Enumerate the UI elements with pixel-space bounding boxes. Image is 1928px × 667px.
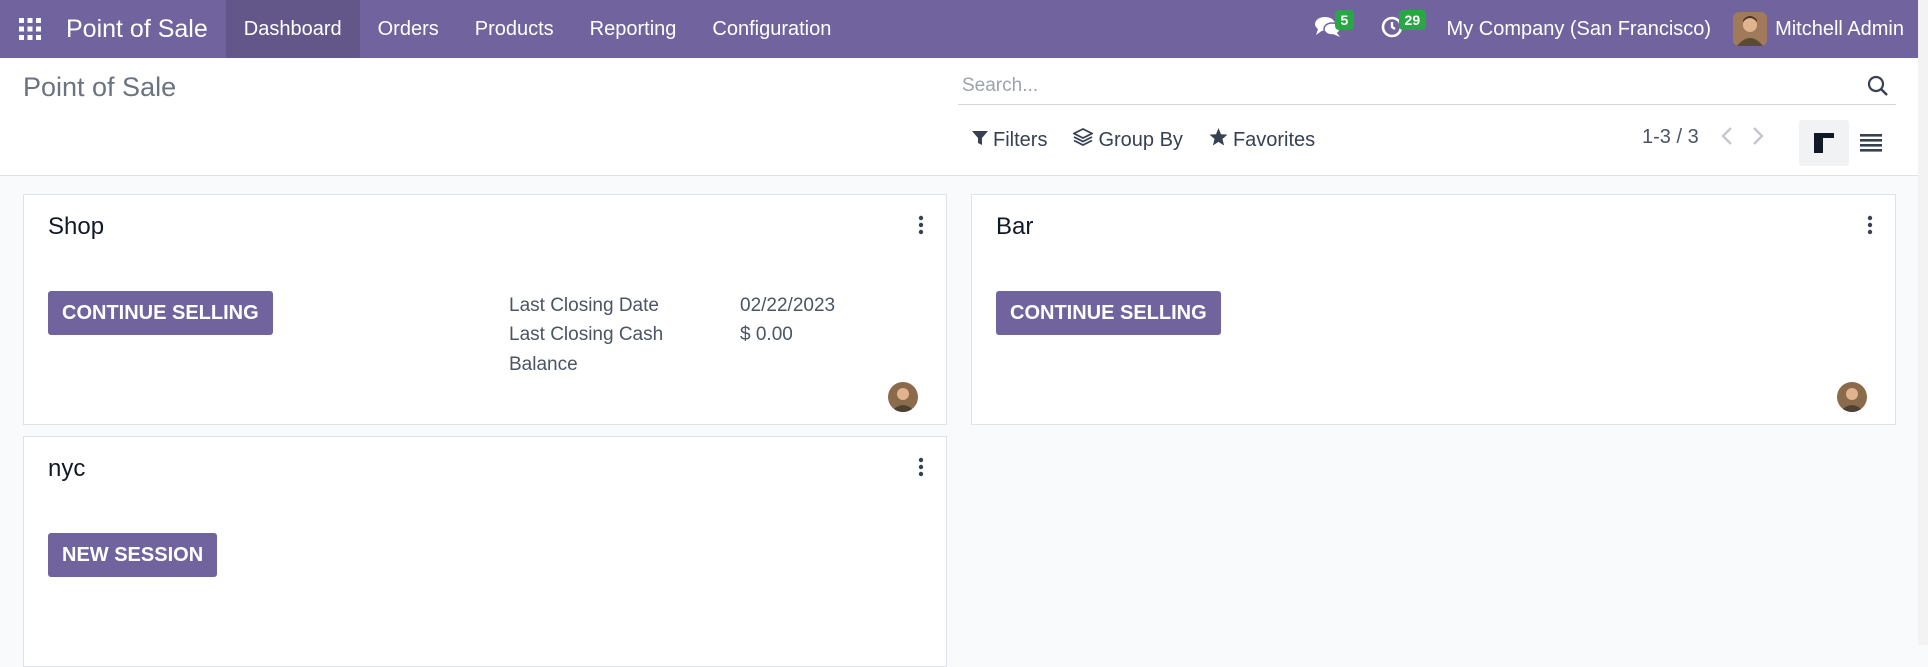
list-view-icon[interactable] <box>1846 120 1896 166</box>
responsible-avatar <box>1837 382 1867 412</box>
company-switcher[interactable]: My Company (San Francisco) <box>1433 18 1726 41</box>
scrollbar[interactable] <box>1918 0 1928 645</box>
activities-button[interactable]: 29 <box>1365 0 1427 58</box>
star-icon <box>1209 128 1233 152</box>
search-options: Filters Group By Favorites <box>972 127 1341 152</box>
apps-menu-icon[interactable] <box>0 0 60 58</box>
search-icon[interactable] <box>1860 75 1896 97</box>
filters-button[interactable]: Filters <box>972 129 1047 152</box>
app-brand[interactable]: Point of Sale <box>66 15 208 44</box>
top-navbar: Point of Sale Dashboard Orders Products … <box>0 0 1918 58</box>
last-closing-cash-label: Last Closing Cash <box>509 324 664 345</box>
continue-selling-button[interactable]: CONTINUE SELLING <box>996 291 1221 335</box>
group-by-button[interactable]: Group By <box>1072 127 1183 152</box>
pos-card-shop[interactable]: Shop CONTINUE SELLING Last Closing Date … <box>23 194 947 425</box>
group-by-label: Group By <box>1098 128 1183 151</box>
kebab-menu-icon[interactable] <box>918 215 924 240</box>
responsible-avatar <box>888 382 918 412</box>
menu-orders[interactable]: Orders <box>360 0 457 58</box>
last-closing-cash-label-line2: Balance <box>509 354 578 375</box>
messages-button[interactable]: 5 <box>1299 0 1357 58</box>
last-closing-date-label: Last Closing Date <box>509 295 659 316</box>
search-bar <box>958 68 1896 105</box>
new-session-button[interactable]: NEW SESSION <box>48 533 218 577</box>
user-name: Mitchell Admin <box>1775 17 1904 40</box>
filters-label: Filters <box>993 128 1048 151</box>
pager-value[interactable]: 1-3 / 3 <box>1642 126 1699 149</box>
user-menu[interactable]: Mitchell Admin <box>1725 12 1918 46</box>
menu-reporting[interactable]: Reporting <box>572 0 695 58</box>
card-title: nyc <box>48 455 86 482</box>
activities-badge: 29 <box>1398 10 1427 30</box>
favorites-label: Favorites <box>1232 128 1316 151</box>
control-panel: Point of Sale Filters Group <box>0 58 1918 176</box>
messages-badge: 5 <box>1334 10 1355 30</box>
menu-dashboard[interactable]: Dashboard <box>225 0 360 58</box>
pager-next-icon[interactable] <box>1751 126 1765 151</box>
pos-card-bar[interactable]: Bar CONTINUE SELLING <box>971 194 1896 425</box>
kanban-view-icon[interactable] <box>1799 120 1849 166</box>
search-input[interactable] <box>958 74 1860 98</box>
continue-selling-button[interactable]: CONTINUE SELLING <box>48 291 273 335</box>
menu-products[interactable]: Products <box>457 0 572 58</box>
card-title: Bar <box>996 213 1034 240</box>
layers-icon <box>1072 127 1098 152</box>
filter-icon <box>972 129 993 152</box>
page-title: Point of Sale <box>23 72 177 102</box>
last-closing-cash-value: $ 0.00 <box>740 324 793 345</box>
user-avatar <box>1733 12 1768 46</box>
card-title: Shop <box>48 213 105 240</box>
last-closing-date-value: 02/22/2023 <box>740 295 836 316</box>
pos-card-nyc[interactable]: nyc NEW SESSION <box>23 436 947 667</box>
kebab-menu-icon[interactable] <box>918 457 924 482</box>
menu-configuration[interactable]: Configuration <box>694 0 849 58</box>
pager-previous-icon[interactable] <box>1720 126 1734 151</box>
navbar-systray: 5 29 My Company (San Francisco) Mitchell… <box>1299 0 1918 58</box>
favorites-button[interactable]: Favorites <box>1209 128 1315 152</box>
kebab-menu-icon[interactable] <box>1867 215 1873 240</box>
